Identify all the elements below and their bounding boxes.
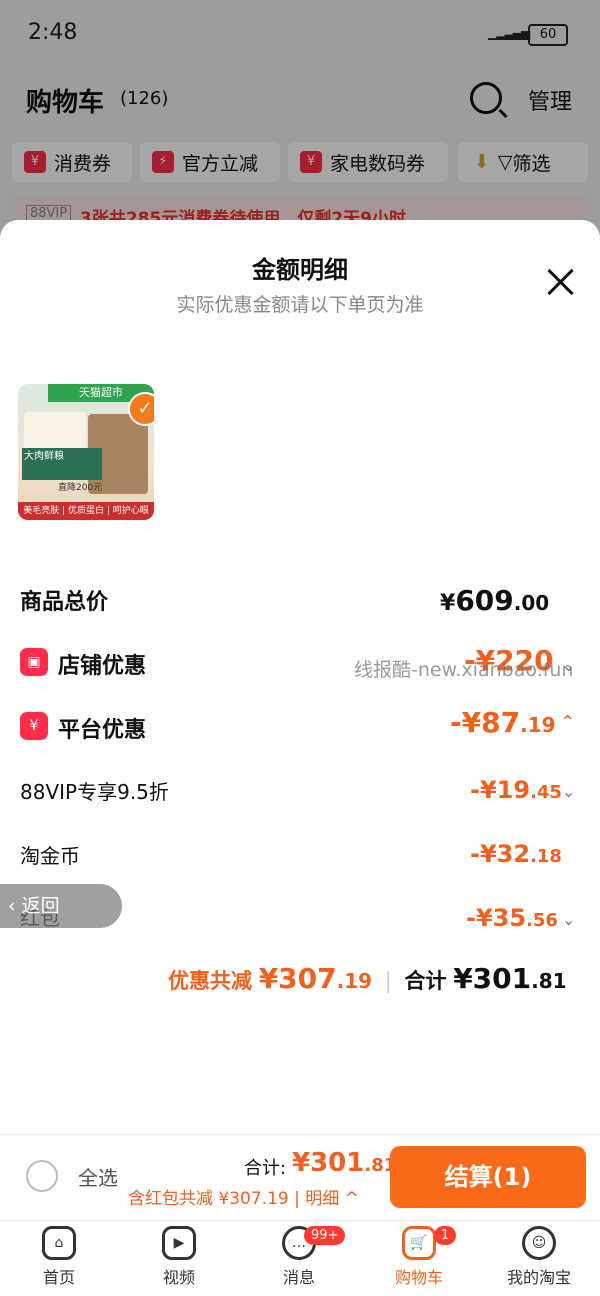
chevron-down-icon[interactable]: ⌄ <box>562 782 575 801</box>
tab-label: 消息 <box>282 1268 315 1287</box>
discount-dec: .19 <box>336 969 373 993</box>
price-dec: .45 <box>530 782 562 803</box>
product-strip-text: 美毛亮肤 | 优质蛋白 | 呵护心眼 <box>23 506 149 516</box>
row-coin-value: -¥32.18 <box>470 840 562 868</box>
detail-toggle[interactable]: 含红包共减 ¥307.19 | 明细 ^ <box>128 1184 359 1209</box>
tab-label: 我的淘宝 <box>506 1268 571 1287</box>
price-int: -¥32 <box>470 840 531 868</box>
product-strip: 美毛亮肤 | 优质蛋白 | 呵护心眼 严选 <box>18 502 154 520</box>
select-all-label[interactable]: 全选 <box>78 1162 118 1191</box>
price-int: ¥301 <box>292 1148 365 1178</box>
messages-badge: 99+ <box>304 1226 346 1245</box>
total-dec: .81 <box>531 969 567 993</box>
row-platform-value: -¥87.19 <box>450 706 556 739</box>
discount-summary: 优惠共减 ¥307.19 | 合计 ¥301.81 <box>168 962 567 995</box>
close-icon[interactable] <box>546 268 574 296</box>
product-price-tag: 直降200元 <box>58 483 103 493</box>
play-icon: ▶ <box>162 1226 196 1260</box>
chevron-up-icon[interactable]: ⌃ <box>560 712 575 733</box>
price-int: 609 <box>455 584 514 617</box>
shop-icon: ▣ <box>20 648 48 676</box>
row-redpacket-value: -¥35.56 <box>466 904 558 932</box>
sheet-subtitle: 实际优惠金额请以下单页为准 <box>176 294 424 316</box>
row-coin-label: 淘金币 <box>20 844 80 868</box>
divider: | <box>384 969 392 993</box>
tab-label: 视频 <box>162 1268 195 1287</box>
checkout-button[interactable]: 结算(1) <box>390 1146 586 1208</box>
coupon-icon: ¥ <box>20 712 48 740</box>
row-platform-label: 平台优惠 <box>58 718 147 743</box>
home-icon: ⌂ <box>42 1226 76 1260</box>
price-int: -¥35 <box>466 904 527 932</box>
price-dec: .56 <box>526 910 558 931</box>
price-dec: .00 <box>513 591 550 615</box>
tab-cart[interactable]: 🛒 购物车 <box>364 1226 474 1288</box>
back-button[interactable]: ‹ 返回 <box>0 884 122 928</box>
watermark: 线报酷-new.xianbao.fun <box>354 659 574 681</box>
tab-video[interactable]: ▶ 视频 <box>124 1226 234 1288</box>
cart-icon: 🛒 <box>402 1226 436 1260</box>
chevron-down-icon[interactable]: ⌄ <box>562 910 575 929</box>
bottom-total-value: ¥301.81 <box>292 1148 396 1178</box>
price-dec: .19 <box>520 713 556 737</box>
bottom-total-label: 合计: <box>244 1158 287 1179</box>
tab-label: 购物车 <box>394 1268 443 1287</box>
smile-icon: ☺ <box>522 1226 556 1260</box>
price-int: -¥19 <box>470 776 531 804</box>
tab-label: 首页 <box>42 1268 75 1287</box>
cart-badge: 1 <box>434 1226 457 1245</box>
discount-int: ¥307 <box>258 962 337 995</box>
tab-my-taobao[interactable]: ☺ 我的淘宝 <box>484 1226 594 1288</box>
select-all-radio[interactable] <box>26 1160 58 1192</box>
total-label: 合计 <box>404 969 447 993</box>
product-thumbnail[interactable]: 天猫超市 大肉鲜粮 直降200元 美毛亮肤 | 优质蛋白 | 呵护心眼 严选 ✓ <box>18 384 154 520</box>
row-total-label: 商品总价 <box>20 590 109 615</box>
product-pack-text: 大肉鲜粮 <box>22 448 102 480</box>
back-label: 返回 <box>21 895 60 917</box>
selected-check-icon: ✓ <box>128 392 154 426</box>
chevron-left-icon: ‹ <box>8 895 16 917</box>
sheet-title: 金额明细 <box>252 256 348 284</box>
row-vip-value: -¥19.45 <box>470 776 562 804</box>
total-int: ¥301 <box>453 962 532 995</box>
discount-label: 优惠共减 <box>168 969 252 993</box>
price-dec: .18 <box>530 846 562 867</box>
row-total-value: ¥609.00 <box>440 584 549 617</box>
price-int: -¥87 <box>450 706 521 739</box>
row-shop-label: 店铺优惠 <box>58 654 147 679</box>
tab-home[interactable]: ⌂ 首页 <box>4 1226 114 1288</box>
row-vip-label: 88VIP专享9.5折 <box>20 780 169 804</box>
yen-sign: ¥ <box>440 591 456 616</box>
